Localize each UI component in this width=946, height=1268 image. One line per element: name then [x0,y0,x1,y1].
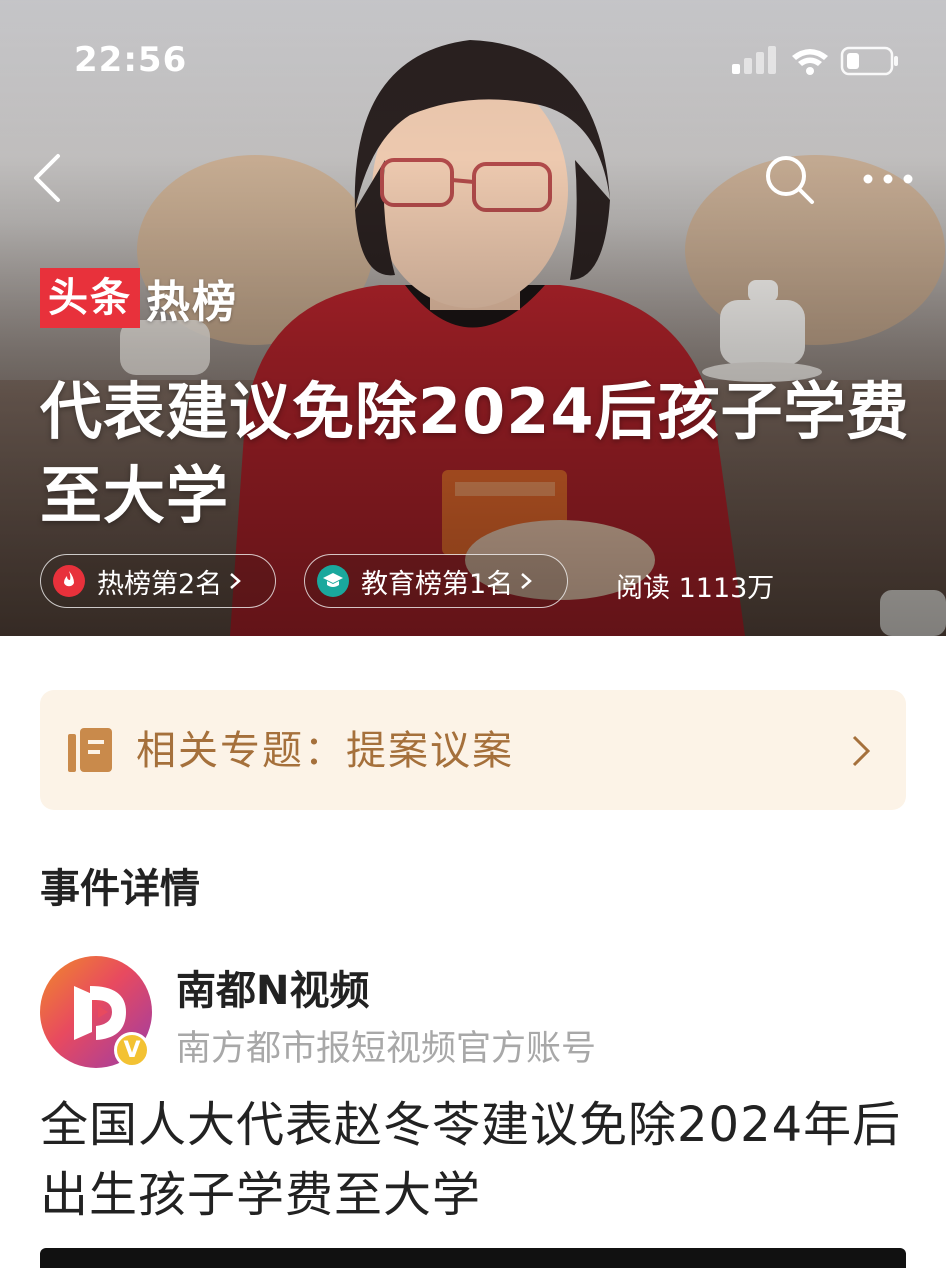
topic-book-icon [68,728,112,772]
related-topic-card[interactable]: 相关专题：提案议案 [40,690,906,810]
back-icon[interactable] [28,150,68,206]
author-name[interactable]: 南都N视频 [176,958,369,1016]
hot-rank-label: 热榜第2名 [97,568,223,600]
hero-title: 代表建议免除2024后孩子学费至大学 [40,375,910,532]
signal-icon [732,46,776,74]
read-count: 阅读 1113万 [616,573,775,604]
graduation-cap-icon [317,565,349,597]
chevron-right-icon [230,573,242,589]
section-title: 事件详情 [40,866,200,912]
education-rank-label: 教育榜第1名 [361,568,514,600]
education-rank-tag[interactable]: 教育榜第1名 [304,554,568,608]
brand-logo-right: 热榜 [146,277,238,328]
author-description: 南方都市报短视频官方账号 [176,1029,597,1069]
related-topic-label: 相关专题：提案议案 [136,728,514,774]
chevron-right-icon [852,735,871,767]
status-time: 22:56 [74,40,188,80]
verified-badge: V [114,1032,150,1068]
event-headline[interactable]: 全国人大代表赵冬苓建议免除2024年后出生孩子学费至大学 [40,1090,920,1230]
video-player-top[interactable] [40,1248,906,1268]
more-icon[interactable] [860,164,916,194]
hero-banner: 22:56 头条 热榜 代表建议免除2024后孩子学费至大学 热榜第2名 教育榜… [0,0,946,636]
wifi-icon [792,49,828,75]
flame-icon [53,565,85,597]
hot-rank-tag[interactable]: 热榜第2名 [40,554,276,608]
battery-icon [840,46,898,76]
brand-logo-left: 头条 [40,268,140,328]
brand-logo: 头条 热榜 [40,268,238,328]
chevron-right-icon [521,573,533,589]
search-icon[interactable] [764,154,816,206]
status-icons [732,46,898,76]
